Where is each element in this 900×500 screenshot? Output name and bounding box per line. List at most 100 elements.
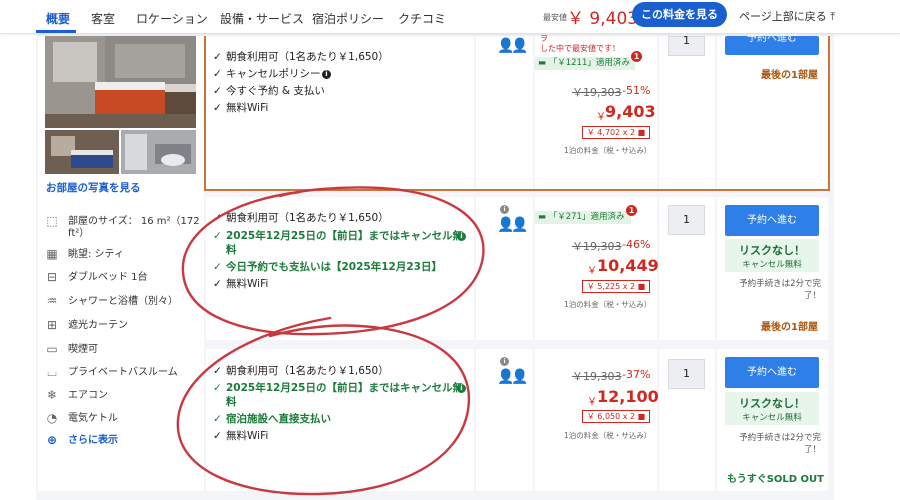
info-icon[interactable]: i	[500, 357, 509, 366]
rate-1-cancel-policy[interactable]: ✓ キャンセルポリシー	[213, 67, 321, 82]
rate-2-coupon-count: 1	[626, 205, 637, 216]
tab-reviews[interactable]: クチコミ	[398, 10, 446, 27]
rate-2-discount: -46%	[622, 238, 651, 251]
check-icon: ✓	[213, 261, 222, 273]
rate-2-price: 10,449	[597, 256, 659, 275]
rate-3-original-price: ￥19,303	[572, 370, 622, 383]
rate-1-per-night-note: 1泊の料金（税・サ込み）	[564, 146, 652, 155]
rate-2-booking-time-line2: 了！	[803, 291, 821, 301]
tab-rooms[interactable]: 客室	[91, 10, 115, 27]
room-thumb-1[interactable]	[45, 130, 119, 174]
check-icon: ✓	[213, 85, 222, 97]
rate-1-coupon-badge: ▬ 「￥1211」適用済み	[535, 57, 635, 70]
feature-view-label: 眺望: シティ	[68, 249, 124, 260]
room-main-photo[interactable]	[45, 36, 196, 128]
info-icon[interactable]: i	[457, 384, 466, 393]
rate-2-qty-select[interactable]: 1	[668, 205, 705, 235]
feature-curtains-label: 遮光カーテン	[68, 320, 128, 331]
rate-2-per-person: ￥ 5,225 x 2 ■	[582, 280, 650, 293]
person-icon: ■	[637, 128, 646, 137]
feature-bed-label: ダブルベッド 1台	[68, 272, 148, 283]
rate-3-no-risk-sub: キャンセル無料	[742, 413, 802, 423]
rate-1-cancel-policy-label: キャンセルポリシー	[226, 68, 321, 80]
rate-1-qty-select[interactable]: 1	[668, 35, 705, 56]
top-nav: 概要 客室 ロケーション 設備・サービス 宿泊ポリシー クチコミ 最安値 ￥ 9…	[0, 0, 900, 34]
rate-1-book-button[interactable]: 予約へ進む	[725, 34, 819, 55]
feature-electric-kettle: ◔ 電気ケトル	[44, 409, 118, 425]
rate-3-currency: ￥	[587, 397, 597, 408]
rate-2-book-button[interactable]: 予約へ進む	[725, 205, 819, 236]
rate-1-pay-now: ✓ 今すぐ予約 & 支払い	[213, 84, 325, 99]
room-size-icon: ⬚	[46, 214, 58, 228]
rate-3-price: 12,100	[597, 387, 659, 406]
show-more-link[interactable]: ⊕ さらに表示	[44, 431, 118, 447]
tab-policy[interactable]: 宿泊ポリシー	[312, 10, 384, 27]
snowflake-icon: ❄	[46, 388, 58, 402]
check-icon: ✓	[213, 430, 222, 442]
rate-2-wifi: ✓ 無料WiFi	[213, 277, 268, 292]
rate-3-free-cancel-cont: 料	[226, 396, 237, 408]
rate-3-per-night-note: 1泊の料金（税・サ込み）	[564, 431, 652, 440]
rate-2-per-person-label: ￥ 5,225 x 2	[586, 282, 636, 291]
rate-1-last-room: 最後の1部屋	[761, 70, 818, 81]
rate-2-pay-later-label: 今日予約でも支払いは【2025年12月23日】	[226, 261, 442, 273]
check-icon: ✓	[213, 278, 222, 290]
rate-2-breakfast-label: 朝食利用可（1名あたり￥1,650）	[226, 212, 389, 224]
bathtub-icon: ⌴	[47, 365, 57, 379]
back-to-top-label: ページ上部に戻る	[739, 10, 827, 23]
rate-2-no-risk-title: リスクなし！	[739, 244, 805, 257]
feature-private-bathroom: ⌴ プライベートバスルーム	[44, 363, 178, 379]
rate-1-lowest-notice-line2: した中で最安値です！	[540, 44, 620, 53]
feature-room-size-cont: ft²）	[68, 228, 90, 239]
rate-3-pay-at-property-label: 宿泊施設へ直接支払い	[226, 413, 331, 425]
check-icon: ✓	[213, 365, 222, 377]
rate-1-lowest-notice-line1: ヲ	[540, 34, 548, 43]
check-icon: ✓	[213, 51, 222, 63]
feature-smoking-label: 喫煙可	[68, 344, 98, 355]
rate-3-book-button[interactable]: 予約へ進む	[725, 357, 819, 388]
rate-2-free-cancel-label: 2025年12月25日の【前日】まではキャンセル無	[226, 230, 463, 242]
view-price-button[interactable]: この料金を見る	[632, 2, 727, 27]
feature-ac-label: エアコン	[68, 390, 108, 401]
rate-3-booking-time-line2: 了！	[803, 445, 821, 455]
shower-icon: ♒	[46, 294, 58, 308]
rate-2-coupon-label: 「￥271」適用済み	[548, 212, 625, 222]
rate-1-wifi-label: 無料WiFi	[226, 102, 269, 114]
info-icon[interactable]: i	[322, 70, 331, 79]
tab-location[interactable]: ロケーション	[136, 10, 208, 27]
show-more-label: さらに表示	[68, 435, 118, 446]
kettle-icon: ◔	[46, 411, 58, 425]
feature-kettle-label: 電気ケトル	[68, 413, 118, 424]
rate-1-lowest-notice: ヲした中で最安値です！	[540, 34, 620, 54]
check-icon: ✓	[213, 68, 222, 80]
rate-3-almost-sold-out: もうすぐSOLD OUT	[727, 474, 824, 485]
rate-2-currency: ￥	[587, 266, 597, 277]
see-room-photos-link[interactable]: お部屋の写真を見る	[46, 180, 141, 195]
rate-2-last-room: 最後の1部屋	[761, 322, 818, 333]
tab-facilities[interactable]: 設備・サービス	[220, 10, 304, 27]
feature-shower-bath-label: シャワーと浴槽（別々）	[68, 296, 178, 307]
info-icon[interactable]: i	[457, 232, 466, 241]
room-thumb-2[interactable]	[121, 130, 196, 174]
rate-3-per-person: ￥ 6,050 x 2 ■	[582, 410, 650, 423]
rate-3-qty-select[interactable]: 1	[668, 359, 705, 389]
check-icon: ✓	[213, 212, 222, 224]
info-icon[interactable]: i	[500, 205, 509, 214]
rate-2-free-cancel: ✓ 2025年12月25日の【前日】まではキャンセル無	[213, 229, 463, 244]
rate-1-per-person-label: ￥ 4,702 x 2	[586, 128, 636, 137]
check-icon: ✓	[213, 102, 222, 114]
rate-2-per-night-note: 1泊の料金（税・サ込み）	[564, 300, 652, 309]
back-to-top-link[interactable]: ページ上部に戻る ⤒	[739, 8, 835, 24]
person-icon: ■	[637, 282, 646, 291]
rate-1-wifi: ✓ 無料WiFi	[213, 101, 268, 116]
tab-overview[interactable]: 概要	[46, 10, 70, 27]
feature-bathroom-label: プライベートバスルーム	[68, 367, 178, 378]
two-people-icon: 👤👤	[497, 217, 529, 233]
feature-smoking: ▭ 喫煙可	[44, 340, 98, 356]
active-tab-indicator	[36, 30, 76, 33]
rate-1-coupon-count: 1	[631, 51, 642, 62]
person-icon: ■	[637, 412, 646, 421]
rate-1-breakfast: ✓ 朝食利用可（1名あたり￥1,650）	[213, 50, 389, 65]
ticket-icon: ▬	[538, 58, 549, 68]
rate-3-pay-at-property: ✓ 宿泊施設へ直接支払い	[213, 412, 331, 427]
